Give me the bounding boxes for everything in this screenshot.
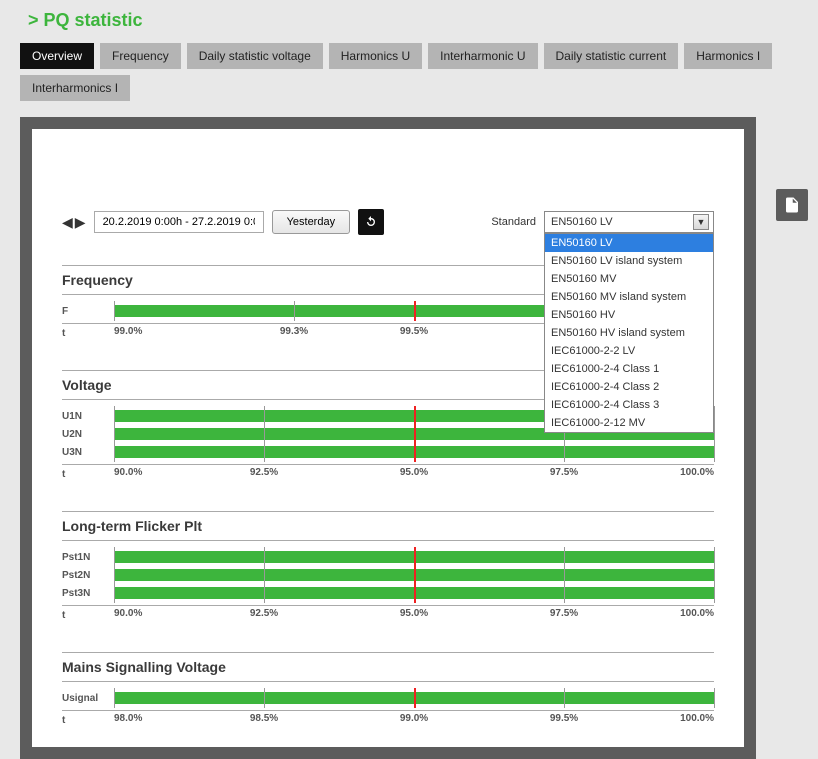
row-label: Pst2N [62,570,114,581]
section-title: Mains Signalling Voltage [62,652,714,682]
date-range-input[interactable] [94,211,264,233]
tick-label: 99.5% [400,326,428,337]
bar-area [114,567,714,583]
chart-row: Pst1N [62,549,714,565]
bar-area [114,549,714,565]
standard-option[interactable]: EN50160 HV island system [545,324,713,342]
content-panel: ◀ ▶ Yesterday Standard EN50160 LV ▼ EN50… [32,129,744,747]
tick-label: 95.0% [400,467,428,478]
axis-label: t [62,328,114,339]
tab-overview[interactable]: Overview [20,43,94,69]
yesterday-button[interactable]: Yesterday [272,210,351,234]
next-arrow-icon[interactable]: ▶ [75,214,86,231]
file-icon [783,196,801,214]
chevron-down-icon: ▼ [693,214,709,230]
tick-label: 100.0% [680,608,714,619]
standard-select-value: EN50160 LV [551,216,613,228]
tab-daily-statistic-current[interactable]: Daily statistic current [544,43,679,69]
tick-label: 99.0% [400,713,428,724]
row-label: U2N [62,429,114,440]
tick-label: 99.3% [280,326,308,337]
tick-label: 99.5% [550,713,578,724]
tick-label: 90.0% [114,467,142,478]
tick-label: 100.0% [680,467,714,478]
standard-option[interactable]: EN50160 LV island system [545,252,713,270]
standard-option[interactable]: EN50160 MV island system [545,288,713,306]
standard-option[interactable]: IEC61000-2-2 LV [545,342,713,360]
standard-dropdown-list: EN50160 LVEN50160 LV island systemEN5016… [544,233,714,433]
chart-row: U3N [62,444,714,460]
tick-label: 92.5% [250,467,278,478]
tab-interharmonics-i[interactable]: Interharmonics I [20,75,130,101]
tick-label: 90.0% [114,608,142,619]
tab-daily-statistic-voltage[interactable]: Daily statistic voltage [187,43,323,69]
chart-row: Pst2N [62,567,714,583]
prev-arrow-icon[interactable]: ◀ [62,214,73,231]
content-frame: ◀ ▶ Yesterday Standard EN50160 LV ▼ EN50… [20,117,756,759]
bar [114,446,714,458]
controls-left: ◀ ▶ Yesterday [62,209,384,235]
export-button[interactable] [776,189,808,221]
bar [114,569,714,581]
tabs-row: OverviewFrequencyDaily statistic voltage… [0,43,818,107]
tab-frequency[interactable]: Frequency [100,43,181,69]
row-label: Pst1N [62,552,114,563]
bar-area [114,444,714,460]
standard-option[interactable]: EN50160 HV [545,306,713,324]
axis-row: t90.0% 92.5% 95.0% 97.5% 100.0% [62,464,714,481]
tick-label: 97.5% [550,467,578,478]
refresh-button[interactable] [358,209,384,235]
bar [114,551,714,563]
refresh-icon [363,214,379,230]
standard-option[interactable]: IEC61000-2-4 Class 2 [545,378,713,396]
standard-option[interactable]: IEC61000-2-4 Class 3 [545,396,713,414]
page-title: > PQ statistic [0,0,818,43]
axis-label: t [62,469,114,480]
axis-row: t90.0% 92.5% 95.0% 97.5% 100.0% [62,605,714,622]
bar [114,587,714,599]
row-label: Usignal [62,693,114,704]
section: Long-term Flicker Plt Pst1N Pst2N Pst3N t90.… [62,511,714,622]
standard-option[interactable]: IEC61000-2-4 Class 1 [545,360,713,378]
tick-label: 100.0% [680,713,714,724]
tab-harmonics-i[interactable]: Harmonics I [684,43,772,69]
date-nav-arrows: ◀ ▶ [62,214,86,231]
chart-row: Usignal [62,690,714,706]
row-label: F [62,306,114,317]
standard-option[interactable]: IEC61000-2-12 MV [545,414,713,432]
row-label: U1N [62,411,114,422]
chart-row: Pst3N [62,585,714,601]
standard-option[interactable]: EN50160 MV [545,270,713,288]
tab-harmonics-u[interactable]: Harmonics U [329,43,422,69]
tick-label: 98.5% [250,713,278,724]
tick-label: 98.0% [114,713,142,724]
controls-row: ◀ ▶ Yesterday Standard EN50160 LV ▼ EN50… [62,209,714,235]
bar-area [114,690,714,706]
tick-label: 97.5% [550,608,578,619]
tick-label: 92.5% [250,608,278,619]
standard-option[interactable]: EN50160 LV [545,234,713,252]
axis-label: t [62,715,114,726]
tab-interharmonic-u[interactable]: Interharmonic U [428,43,537,69]
row-label: Pst3N [62,588,114,599]
standard-label: Standard [491,216,536,228]
controls-right: Standard EN50160 LV ▼ EN50160 LVEN50160 … [491,211,714,233]
axis-label: t [62,610,114,621]
bar-area [114,585,714,601]
row-label: U3N [62,447,114,458]
tick-label: 95.0% [400,608,428,619]
tick-label: 99.0% [114,326,142,337]
bar [114,692,714,704]
section: Mains Signalling Voltage Usignal t98.0% 98.… [62,652,714,727]
section-title: Long-term Flicker Plt [62,511,714,541]
standard-select[interactable]: EN50160 LV ▼ [544,211,714,233]
axis-row: t98.0% 98.5% 99.0% 99.5% 100.0% [62,710,714,727]
